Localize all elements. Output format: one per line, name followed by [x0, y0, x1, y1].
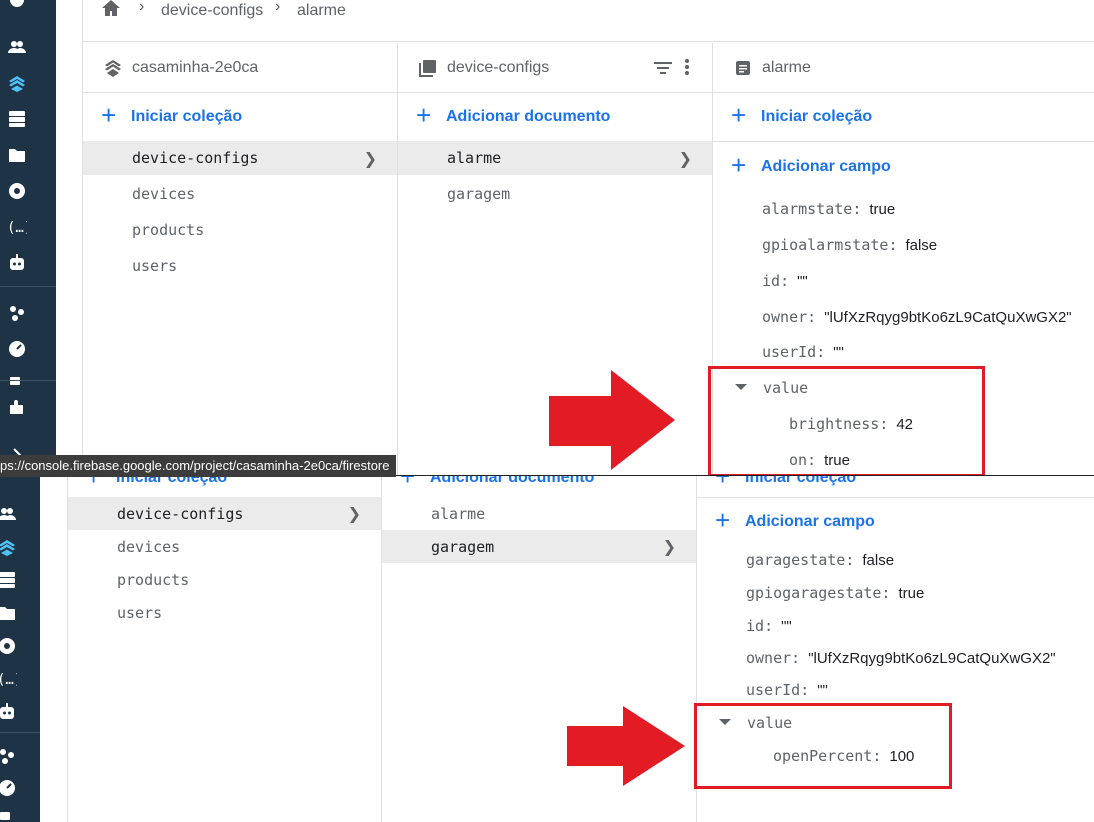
- plus-icon: +: [715, 505, 731, 535]
- document-item[interactable]: alarme ❯: [398, 141, 712, 175]
- document-icon: [733, 58, 753, 78]
- plus-icon: +: [731, 100, 747, 130]
- plus-icon: +: [101, 100, 117, 130]
- root-column-header: casaminha-2e0ca: [83, 43, 397, 93]
- project-name: casaminha-2e0ca: [132, 58, 259, 76]
- collection-name: device-configs: [447, 58, 550, 76]
- status-bar-url: ps://console.firebase.google.com/project…: [0, 455, 396, 477]
- red-arrow-icon: [567, 706, 685, 786]
- crashlytics-icon[interactable]: [0, 745, 18, 767]
- performance-icon[interactable]: [0, 777, 18, 799]
- chevron-right-icon: ❯: [347, 504, 361, 523]
- breadcrumb: › device-configs › alarme: [83, 0, 1094, 42]
- chevron-right-icon: ›: [139, 0, 145, 15]
- collection-item[interactable]: products: [68, 563, 381, 596]
- highlight-box: [708, 366, 985, 475]
- ml-icon[interactable]: [0, 701, 18, 723]
- breadcrumb-item[interactable]: alarme: [297, 2, 346, 20]
- firestore-icon[interactable]: [0, 536, 18, 558]
- authentication-icon[interactable]: [0, 503, 18, 525]
- collection-item[interactable]: device-configs ❯: [68, 497, 381, 530]
- document-column-header: alarme: [713, 43, 1094, 93]
- plus-icon: +: [86, 475, 102, 491]
- nav-rail: (…): [0, 0, 56, 475]
- document-field[interactable]: userId: "": [762, 343, 844, 361]
- firestore-root-icon: [103, 58, 123, 78]
- collection-column-header: device-configs: [398, 43, 712, 93]
- root-column: + Iniciar coleção device-configs ❯ devices…: [67, 475, 382, 822]
- document-item[interactable]: alarme: [382, 497, 696, 530]
- collection-item[interactable]: users: [83, 249, 397, 283]
- chevron-right-icon: ❯: [678, 148, 692, 168]
- red-arrow-icon: [549, 370, 675, 470]
- start-collection-button[interactable]: + Iniciar coleção: [86, 475, 227, 489]
- highlight-box: [694, 703, 952, 789]
- document-field[interactable]: id: "": [762, 272, 808, 290]
- collection-icon: [418, 58, 438, 78]
- firestore-icon[interactable]: [6, 72, 28, 94]
- ml-icon[interactable]: [6, 252, 28, 274]
- start-collection-button[interactable]: + Iniciar coleção: [715, 475, 856, 489]
- plus-icon: +: [715, 475, 731, 491]
- chevron-right-icon: ›: [275, 0, 281, 15]
- hosting-icon[interactable]: [6, 180, 28, 202]
- document-field[interactable]: gpiogaragestate: true: [746, 584, 924, 602]
- chevron-right-icon: ❯: [363, 148, 377, 168]
- storage-icon[interactable]: [0, 602, 18, 624]
- root-column: casaminha-2e0ca + Iniciar coleção device-…: [83, 43, 398, 475]
- functions-icon[interactable]: (…): [0, 668, 18, 690]
- document-field[interactable]: gpioalarmstate: false: [762, 236, 937, 254]
- collection-item[interactable]: devices: [68, 530, 381, 563]
- add-document-button[interactable]: + Adicionar documento: [400, 475, 594, 489]
- plus-icon: +: [731, 150, 747, 180]
- add-document-button[interactable]: + Adicionar documento: [416, 100, 610, 130]
- collection-item[interactable]: device-configs ❯: [83, 141, 397, 175]
- svg-text:(…): (…): [0, 672, 17, 688]
- document-item[interactable]: garagem ❯: [382, 530, 696, 563]
- collection-item[interactable]: users: [68, 596, 381, 629]
- plus-icon: +: [400, 475, 416, 491]
- collection-item[interactable]: devices: [83, 177, 397, 211]
- document-field[interactable]: userId: "": [746, 681, 828, 699]
- start-collection-button[interactable]: + Iniciar coleção: [101, 100, 242, 130]
- top-screenshot: (…) › device-configs › alarme casaminha-…: [0, 0, 1094, 475]
- start-collection-button[interactable]: + Iniciar coleção: [731, 100, 872, 130]
- database-icon[interactable]: [6, 108, 28, 130]
- document-field[interactable]: owner: "lUfXzRqyg9btKo6zL9CatQuXwGX2": [746, 649, 1056, 667]
- svg-text:(…): (…): [7, 220, 27, 236]
- add-field-button[interactable]: + Adicionar campo: [715, 505, 875, 535]
- authentication-icon[interactable]: [6, 36, 28, 58]
- document-name: alarme: [762, 58, 811, 76]
- settings-icon[interactable]: [6, 0, 28, 11]
- database-icon[interactable]: [0, 569, 18, 591]
- document-field[interactable]: id: "": [746, 617, 792, 635]
- document-item[interactable]: garagem: [398, 177, 712, 211]
- hosting-icon[interactable]: [0, 635, 18, 657]
- chevron-right-icon: ❯: [662, 537, 676, 556]
- plus-icon: +: [416, 100, 432, 130]
- bottom-screenshot: (…) +Iniciar coleção device-configs❯ dev…: [0, 475, 1094, 822]
- storage-icon[interactable]: [6, 144, 28, 166]
- more-vert-icon[interactable]: [680, 57, 694, 79]
- document-field[interactable]: owner: "lUfXzRqyg9btKo6zL9CatQuXwGX2": [762, 308, 1072, 326]
- performance-icon[interactable]: [6, 338, 28, 360]
- document-field[interactable]: alarmstate: true: [762, 200, 895, 218]
- nav-rail: (…): [0, 475, 40, 822]
- crashlytics-icon[interactable]: [6, 302, 28, 324]
- add-field-button[interactable]: + Adicionar campo: [731, 150, 891, 180]
- testlab-icon[interactable]: [6, 374, 28, 396]
- functions-icon[interactable]: (…): [6, 216, 28, 238]
- testlab-icon[interactable]: [0, 809, 18, 822]
- filter-icon[interactable]: [652, 57, 674, 79]
- document-field[interactable]: garagestate: false: [746, 551, 894, 569]
- home-icon[interactable]: [101, 0, 123, 20]
- breadcrumb-item[interactable]: device-configs: [161, 2, 263, 20]
- extensions-icon[interactable]: [6, 396, 28, 418]
- collection-item[interactable]: products: [83, 213, 397, 247]
